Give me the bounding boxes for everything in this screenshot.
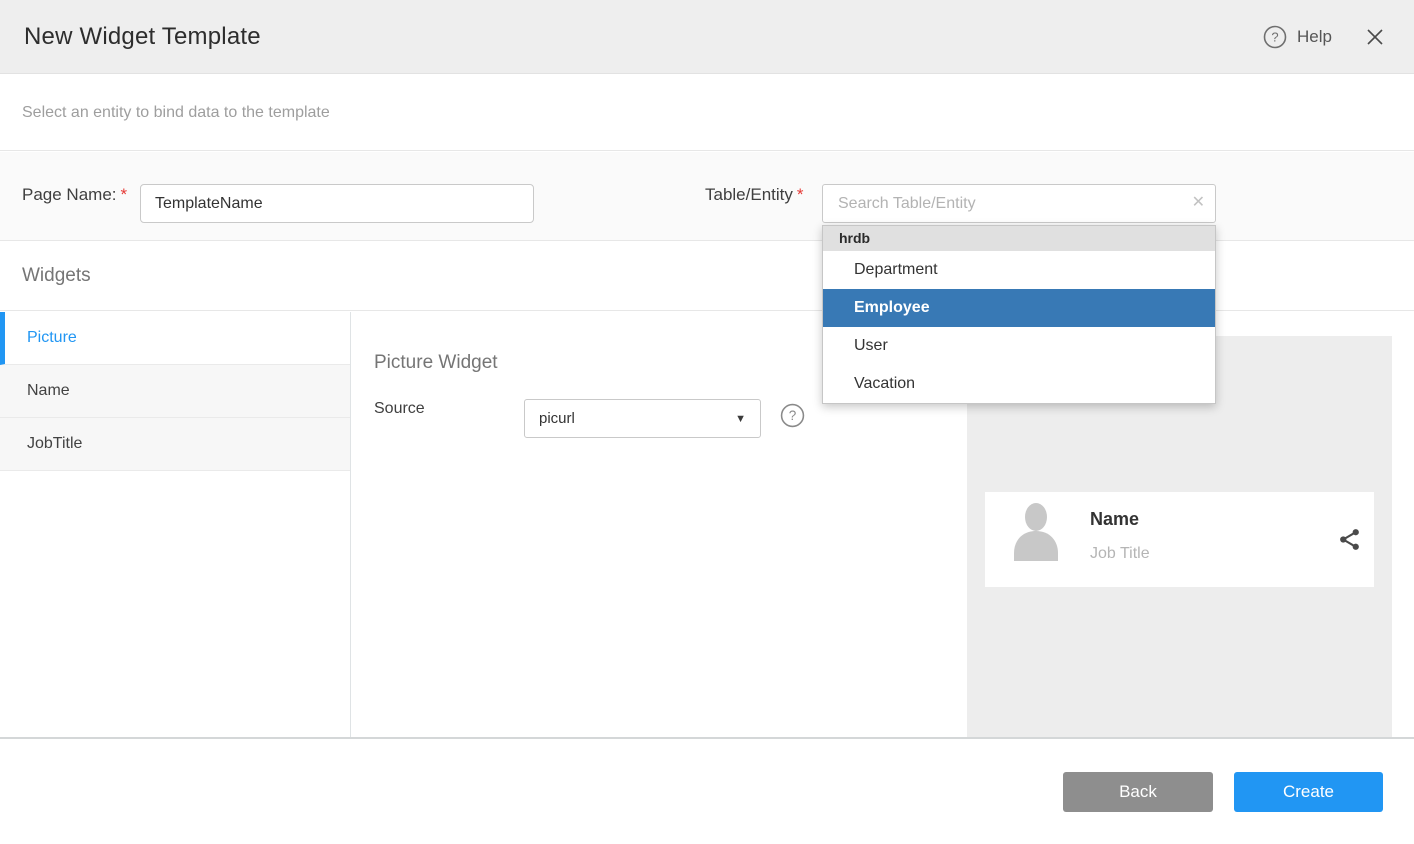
sidebar-item-name[interactable]: Name [0,365,350,418]
page-name-input[interactable] [140,184,534,223]
share-icon[interactable] [1337,526,1362,553]
svg-text:?: ? [1271,30,1278,45]
table-entity-required-marker: * [797,185,804,204]
new-widget-template-dialog: New Widget Template ? Help Select an ent… [0,0,1414,844]
help-button[interactable]: ? Help [1263,25,1332,49]
source-help-icon[interactable]: ? [780,403,805,428]
dropdown-item-vacation[interactable]: Vacation [823,365,1215,403]
page-name-required-marker: * [121,185,128,204]
svg-text:?: ? [789,408,797,423]
avatar-icon [1012,501,1060,561]
widget-sidebar: Picture Name JobTitle [0,312,351,737]
dropdown-item-user[interactable]: User [823,327,1215,365]
widgets-section-title: Widgets [22,265,91,287]
create-button[interactable]: Create [1234,772,1383,812]
sidebar-item-picture[interactable]: Picture [0,312,350,365]
clear-search-icon[interactable]: ✕ [1192,193,1205,213]
table-entity-label-text: Table/Entity [705,185,793,204]
dropdown-item-employee[interactable]: Employee [823,289,1215,327]
dropdown-item-department[interactable]: Department [823,251,1215,289]
dialog-header: New Widget Template ? Help [0,0,1414,74]
page-name-label: Page Name:* [22,185,127,205]
table-entity-search-wrap: ✕ [822,184,1216,223]
table-entity-search-input[interactable] [822,184,1216,223]
widget-panel-title: Picture Widget [374,352,498,374]
subtitle-row: Select an entity to bind data to the tem… [0,75,1414,151]
table-entity-label: Table/Entity* [705,185,804,205]
dialog-title: New Widget Template [24,23,261,51]
preview-name-text: Name [1090,509,1139,530]
back-button[interactable]: Back [1063,772,1213,812]
dropdown-group-header: hrdb [823,226,1215,251]
help-icon: ? [1263,25,1287,49]
source-select-value: picurl [539,410,575,427]
dialog-footer: Back Create [0,739,1414,844]
table-entity-dropdown: hrdb Department Employee User Vacation [822,225,1216,404]
chevron-down-icon: ▼ [735,413,746,425]
source-label: Source [374,400,425,418]
source-select[interactable]: picurl ▼ [524,399,761,438]
subtitle-text: Select an entity to bind data to the tem… [22,104,330,122]
close-icon[interactable] [1364,26,1386,48]
page-name-label-text: Page Name: [22,185,117,204]
preview-jobtitle-text: Job Title [1090,545,1150,563]
sidebar-item-jobtitle[interactable]: JobTitle [0,418,350,471]
preview-card: Name Job Title [985,492,1374,587]
help-label: Help [1297,27,1332,47]
